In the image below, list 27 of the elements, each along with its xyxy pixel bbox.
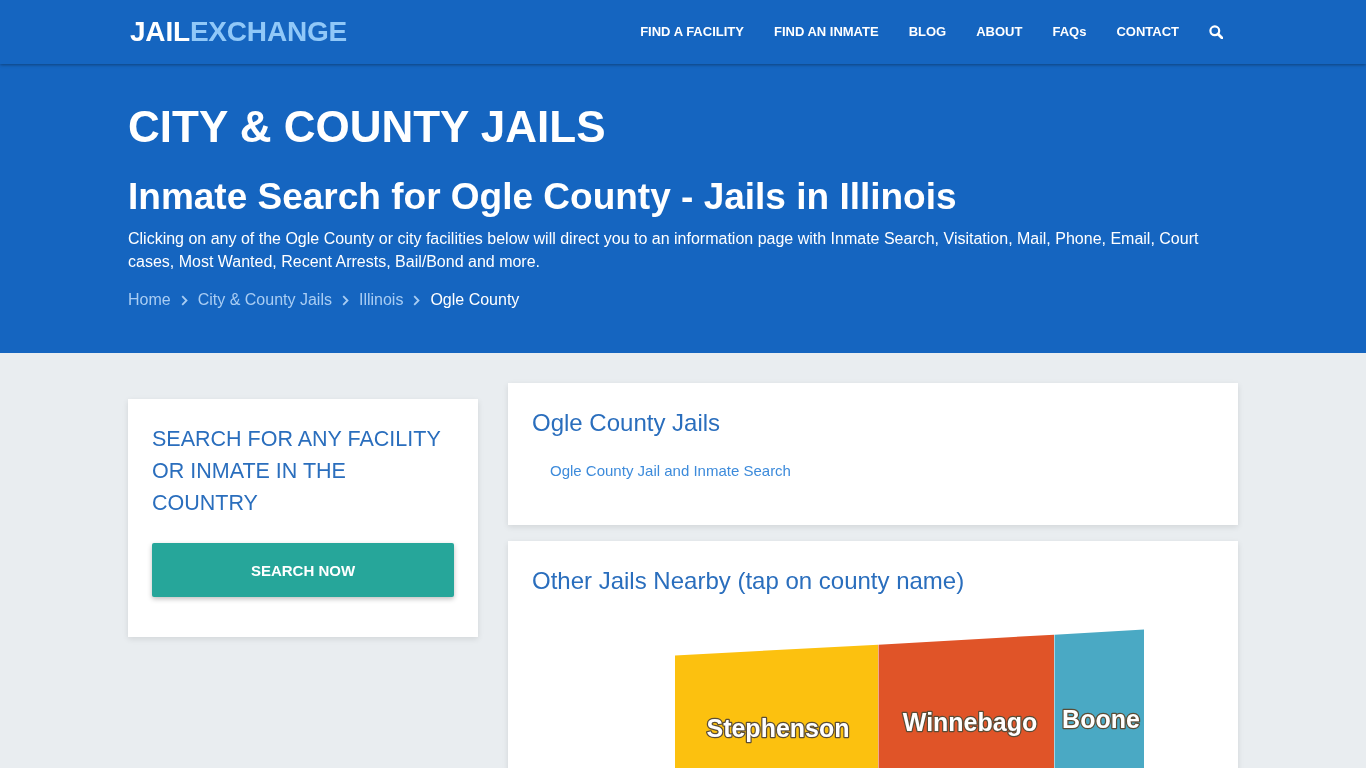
chevron-icon bbox=[413, 294, 421, 306]
breadcrumb-link[interactable]: City & County Jails bbox=[197, 288, 332, 312]
facility-link[interactable]: Ogle County Jail and Inmate Search bbox=[550, 461, 791, 481]
search-now-button[interactable]: SEARCH NOW bbox=[152, 543, 454, 597]
nav-link[interactable]: CONTACT bbox=[1101, 19, 1194, 45]
nav-link[interactable]: ABOUT bbox=[961, 19, 1038, 45]
breadcrumb-current[interactable]: Ogle County bbox=[430, 288, 520, 312]
card-heading: SEARCH FOR ANY FACILITY OR INMATE IN THE COUNTRY bbox=[152, 426, 442, 517]
nav-link[interactable]: FAQs bbox=[1037, 19, 1102, 45]
county-shape[interactable] bbox=[878, 634, 1054, 768]
page-subtitle: Inmate Search for Ogle County - Jails in Illinois bbox=[128, 175, 958, 219]
logo[interactable]: JAILEXCHANGE bbox=[130, 16, 347, 48]
card-heading: Ogle County Jails bbox=[532, 408, 722, 438]
county-label[interactable]: Winnebago bbox=[902, 708, 1038, 736]
search-icon bbox=[1209, 25, 1223, 39]
card-heading: Other Jails Nearby (tap on county name) bbox=[532, 566, 966, 596]
breadcrumb-link[interactable]: Home bbox=[128, 288, 171, 312]
nav-link[interactable]: FIND AN INMATE bbox=[758, 19, 894, 45]
breadcrumb-link[interactable]: Illinois bbox=[358, 288, 404, 312]
nav-link[interactable]: BLOG bbox=[893, 19, 962, 45]
chevron-icon bbox=[341, 294, 349, 306]
page-title: CITY & COUNTY JAILS bbox=[128, 101, 607, 153]
chevron-icon bbox=[180, 294, 188, 306]
county-shape[interactable] bbox=[675, 644, 878, 768]
county-shape[interactable] bbox=[1054, 629, 1144, 768]
nav-link[interactable]: FIND A FACILITY bbox=[625, 19, 759, 45]
description: Clicking on any of the Ogle County or city facilities below will direct you to an information page with Inmate Search, Visitation, Mail, Phone, Email, Court cases, Most Wanted, Recent Arrests, Bail/Bond and more. bbox=[128, 229, 1200, 272]
